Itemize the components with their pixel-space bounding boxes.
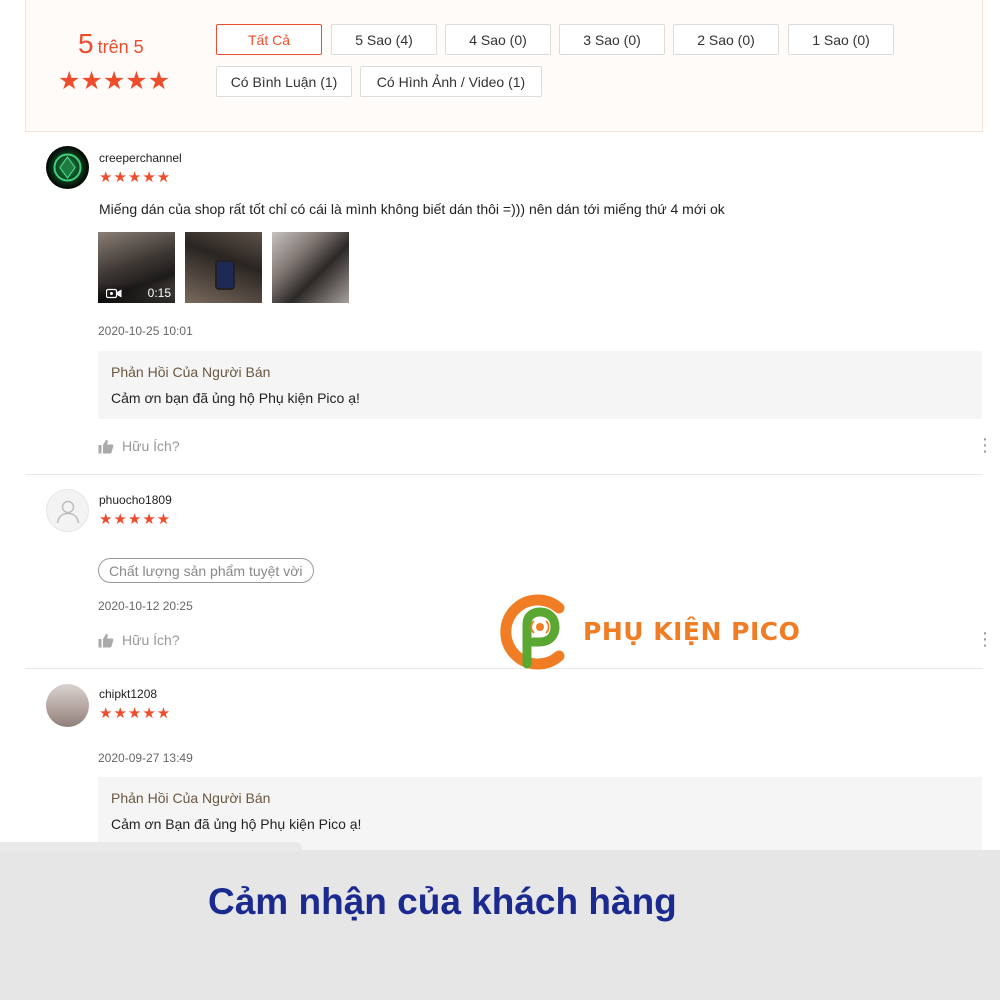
video-camera-icon xyxy=(106,288,122,298)
more-options-icon[interactable]: ⋮ xyxy=(976,436,994,454)
avatar[interactable] xyxy=(46,146,89,189)
score-suffix: trên 5 xyxy=(97,37,144,57)
video-duration: 0:15 xyxy=(147,286,171,300)
filter-all-button[interactable]: Tất Cả xyxy=(216,24,322,55)
review-tag: Chất lượng sản phẩm tuyệt vời xyxy=(98,558,314,583)
filter-with-media-button[interactable]: Có Hình Ảnh / Video (1) xyxy=(360,66,542,97)
review-video-thumbnail[interactable]: 0:15 xyxy=(98,232,175,303)
thumbs-up-icon xyxy=(98,633,114,647)
caption-panel xyxy=(0,842,1000,1000)
seller-reply-title: Phản Hồi Của Người Bán xyxy=(111,364,271,380)
reviewer-username[interactable]: phuocho1809 xyxy=(99,493,172,507)
helpful-label: Hữu Ích? xyxy=(122,632,180,648)
review-star-icons: ★★★★★ xyxy=(99,169,172,186)
device-screen-shape xyxy=(215,260,235,290)
review-divider xyxy=(25,474,983,475)
filter-1-star-button[interactable]: 1 Sao (0) xyxy=(788,24,894,55)
filter-5-star-button[interactable]: 5 Sao (4) xyxy=(331,24,437,55)
avatar[interactable] xyxy=(46,684,89,727)
more-options-icon[interactable]: ⋮ xyxy=(976,630,994,648)
seller-reply-title: Phản Hồi Của Người Bán xyxy=(111,790,271,806)
filter-2-star-button[interactable]: 2 Sao (0) xyxy=(673,24,779,55)
review-star-icons: ★★★★★ xyxy=(99,705,172,722)
avatar-logo-icon xyxy=(53,153,82,182)
reviewer-username[interactable]: creeperchannel xyxy=(99,151,182,165)
review-image-thumbnail[interactable] xyxy=(272,232,349,303)
watermark-brand-text: PHỤ KIỆN PICO xyxy=(583,617,801,646)
summary-star-icons: ★★★★★ xyxy=(58,67,171,95)
score-value: 5 xyxy=(78,28,94,59)
thumbs-up-icon xyxy=(98,439,114,453)
review-timestamp: 2020-09-27 13:49 xyxy=(98,751,193,765)
review-timestamp: 2020-10-25 10:01 xyxy=(98,324,193,338)
helpful-button[interactable]: Hữu Ích? xyxy=(98,438,180,454)
brand-watermark: PHỤ KIỆN PICO xyxy=(497,592,817,672)
caption-title: Cảm nhận của khách hàng xyxy=(208,881,677,922)
avatar[interactable] xyxy=(46,489,89,532)
seller-reply-text: Cảm ơn Bạn đã ủng hộ Phụ kiện Pico ạ! xyxy=(111,816,362,832)
review-star-icons: ★★★★★ xyxy=(99,511,172,528)
reviewer-username[interactable]: chipkt1208 xyxy=(99,687,157,701)
seller-reply: Phản Hồi Của Người Bán Cảm ơn bạn đã ủng… xyxy=(98,351,982,419)
average-score: 5 trên 5 xyxy=(78,28,144,60)
pico-logo-icon xyxy=(500,594,565,670)
filter-3-star-button[interactable]: 3 Sao (0) xyxy=(559,24,665,55)
avatar-placeholder-icon xyxy=(56,500,79,523)
review-image-thumbnail[interactable] xyxy=(185,232,262,303)
panel-notch xyxy=(0,842,302,852)
helpful-button[interactable]: Hữu Ích? xyxy=(98,632,180,648)
review-comment: Miếng dán của shop rất tốt chỉ có cái là… xyxy=(99,201,725,217)
seller-reply-text: Cảm ơn bạn đã ủng hộ Phụ kiện Pico ạ! xyxy=(111,390,360,406)
review-timestamp: 2020-10-12 20:25 xyxy=(98,599,193,613)
filter-with-comment-button[interactable]: Có Bình Luận (1) xyxy=(216,66,352,97)
helpful-label: Hữu Ích? xyxy=(122,438,180,454)
seller-reply: Phản Hồi Của Người Bán Cảm ơn Bạn đã ủng… xyxy=(98,777,982,850)
filter-4-star-button[interactable]: 4 Sao (0) xyxy=(445,24,551,55)
